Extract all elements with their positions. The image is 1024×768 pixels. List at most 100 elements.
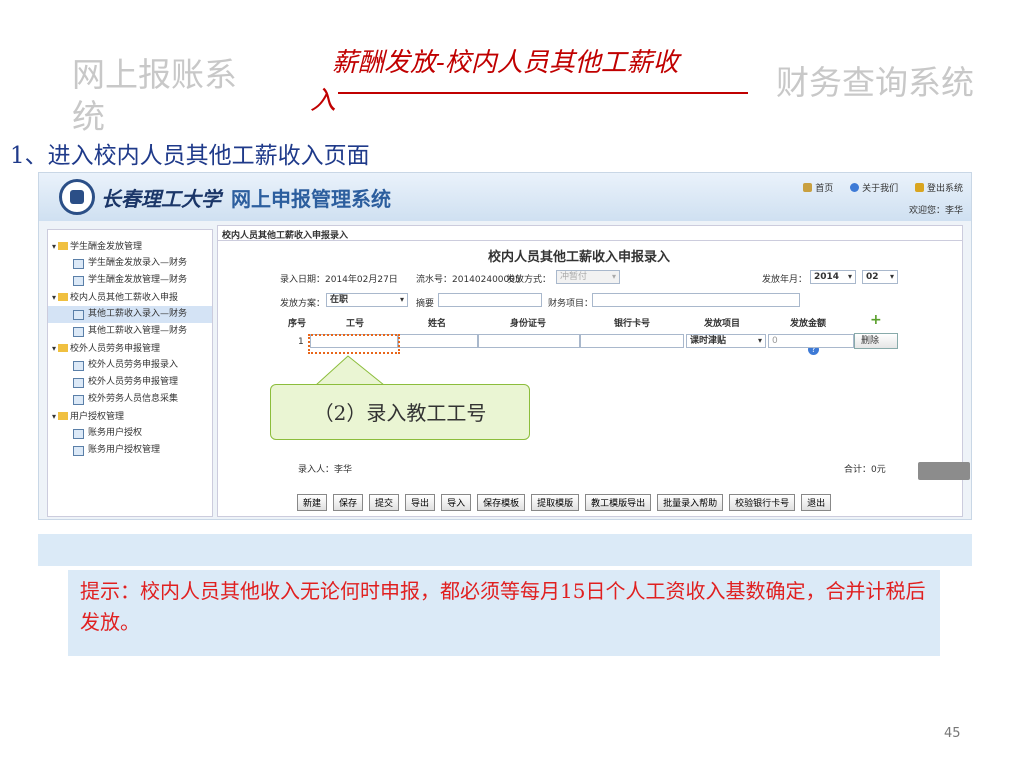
sidebar-label: 用户授权管理	[70, 412, 125, 422]
pay-method-label: 发放方式：	[506, 275, 552, 285]
sidebar-label: 账务用户授权	[88, 428, 143, 438]
sidebar-label: 学生酬金发放录入—财务	[88, 258, 188, 268]
sidebar-label: 账务用户授权管理	[88, 445, 161, 455]
sidebar-item[interactable]: 其他工薪收入管理—财务	[48, 323, 212, 340]
home-link[interactable]: 首页	[803, 183, 833, 194]
sidebar-item[interactable]: 校外劳务人员信息采集	[48, 391, 212, 408]
bank-card-input[interactable]	[580, 334, 684, 348]
sidebar-label: 其他工薪收入管理—财务	[88, 326, 188, 336]
toolbar-button[interactable]: 教工模版导出	[585, 494, 652, 511]
delete-row-button[interactable]: 删除	[854, 333, 898, 349]
toolbar-button[interactable]: 批量录入帮助	[657, 494, 724, 511]
col-pay-item: 发放项目	[704, 319, 741, 329]
toolbar-button[interactable]: 校验银行卡号	[729, 494, 796, 511]
app-banner: 长春理工大学 网上申报管理系统 首页 关于我们 登出系统 欢迎您：李华	[39, 173, 971, 221]
sidebar-label: 校外人员劳务申报录入	[88, 360, 179, 370]
sidebar-label: 校外劳务人员信息采集	[88, 394, 179, 404]
staff-id-highlight	[308, 334, 400, 354]
col-amount: 发放金额	[790, 319, 827, 329]
scheme-select[interactable]: 在职	[326, 293, 408, 307]
folder-icon	[58, 242, 69, 250]
document-icon	[73, 276, 84, 286]
document-icon	[73, 429, 84, 439]
callout-note: （2）录入教工工号	[270, 384, 530, 440]
pay-method-select[interactable]: 冲暂付	[556, 270, 620, 284]
header-center-title[interactable]: 薪酬发放-校内人员其他工薪收 入	[310, 44, 750, 120]
school-logo-icon	[59, 179, 95, 215]
slide: 网上报账系统 薪酬发放-校内人员其他工薪收 入 财务查询系统 1、进入校内人员其…	[0, 0, 1024, 768]
toolbar-button[interactable]: 导入	[441, 494, 472, 511]
page-number: 45	[944, 726, 961, 741]
row-index: 1	[298, 337, 304, 347]
header-center-line2: 入	[310, 86, 337, 116]
sidebar-label: 其他工薪收入录入—财务	[88, 309, 188, 319]
serial-number: 流水号：201402400005	[416, 275, 521, 285]
logout-link[interactable]: 登出系统	[914, 183, 963, 194]
toolbar-button[interactable]: 退出	[801, 494, 832, 511]
pay-year-select[interactable]: 2014	[810, 270, 856, 284]
summary-input[interactable]	[438, 293, 542, 307]
scheme-label: 发放方案：	[280, 299, 326, 309]
app-screenshot: 长春理工大学 网上申报管理系统 首页 关于我们 登出系统 欢迎您：李华 学生酬金…	[38, 172, 972, 520]
toolbar-button[interactable]: 导出	[405, 494, 436, 511]
header-center-line1: 薪酬发放-校内人员其他工薪收	[332, 48, 679, 78]
toolbar-button[interactable]: 提交	[369, 494, 400, 511]
scroll-widget[interactable]	[918, 462, 970, 480]
top-links: 首页 关于我们 登出系统	[789, 181, 963, 194]
sidebar-item[interactable]: 其他工薪收入录入—财务	[48, 306, 212, 323]
name-input[interactable]	[398, 334, 478, 348]
sidebar-label: 校外人员劳务申报管理	[70, 344, 161, 354]
sidebar-item[interactable]: 校外人员劳务申报录入	[48, 357, 212, 374]
divider-stripe	[38, 534, 972, 566]
sidebar-label: 校内人员其他工薪收入申报	[70, 293, 179, 303]
sidebar-group[interactable]: 校内人员其他工薪收入申报	[48, 289, 212, 306]
toolbar-button[interactable]: 提取模版	[531, 494, 580, 511]
total-amount: 合计：0元	[844, 465, 886, 475]
sidebar-label: 学生酬金发放管理—财务	[88, 275, 188, 285]
home-icon	[803, 183, 813, 192]
col-staff-id: 工号	[346, 319, 365, 329]
document-icon	[73, 446, 84, 456]
tip-box: 提示：校内人员其他收入无论何时申报，都必须等每月15日个人工资收入基数确定，合并…	[68, 570, 940, 656]
folder-icon	[58, 344, 69, 352]
sidebar-label: 学生酬金发放管理	[70, 242, 143, 252]
col-name: 姓名	[428, 319, 447, 329]
school-name: 长春理工大学	[101, 187, 221, 211]
sidebar-group[interactable]: 学生酬金发放管理	[48, 238, 212, 255]
add-row-icon[interactable]: +	[870, 312, 882, 328]
folder-icon	[58, 293, 69, 301]
folder-icon	[58, 412, 69, 420]
sidebar-item[interactable]: 校外人员劳务申报管理	[48, 374, 212, 391]
finance-item-input[interactable]	[592, 293, 800, 307]
col-index: 序号	[288, 319, 307, 329]
header-left-title[interactable]: 网上报账系统	[72, 54, 252, 138]
pay-item-select[interactable]: 课时津贴	[686, 334, 766, 348]
toolbar-button[interactable]: 保存模板	[477, 494, 526, 511]
document-icon	[73, 259, 84, 269]
pay-month-select[interactable]: 02	[862, 270, 898, 284]
document-icon	[73, 378, 84, 388]
action-toolbar: 新建 保存 提交 导出 导入 保存模板 提取模版 教工模版导出 批量录入帮助 校验银行卡号 退出	[297, 491, 837, 511]
amount-input[interactable]: 0	[768, 334, 854, 348]
lock-icon	[914, 183, 924, 192]
header-right-title[interactable]: 财务查询系统	[776, 56, 974, 104]
sidebar-item[interactable]: 学生酬金发放录入—财务	[48, 255, 212, 272]
sidebar-item[interactable]: 账务用户授权管理	[48, 442, 212, 459]
sidebar-group[interactable]: 校外人员劳务申报管理	[48, 340, 212, 357]
sidebar-group[interactable]: 用户授权管理	[48, 408, 212, 425]
panel-divider	[218, 240, 962, 241]
form-title: 校内人员其他工薪收入申报录入	[488, 250, 671, 265]
toolbar-button[interactable]: 新建	[297, 494, 328, 511]
document-icon	[73, 310, 84, 320]
toolbar-button[interactable]: 保存	[333, 494, 364, 511]
entered-by: 录入人：李华	[298, 465, 353, 475]
col-bank-card: 银行卡号	[614, 319, 651, 329]
step-heading: 1、进入校内人员其他工薪收入页面	[10, 143, 370, 169]
info-icon	[850, 183, 860, 192]
id-number-input[interactable]	[478, 334, 580, 348]
sidebar-item[interactable]: 学生酬金发放管理—财务	[48, 272, 212, 289]
col-id-number: 身份证号	[510, 319, 547, 329]
main-panel: 校内人员其他工薪收入申报录入 校内人员其他工薪收入申报录入 录入日期：2014年…	[217, 225, 963, 517]
sidebar-item[interactable]: 账务用户授权	[48, 425, 212, 442]
about-link[interactable]: 关于我们	[850, 183, 898, 194]
